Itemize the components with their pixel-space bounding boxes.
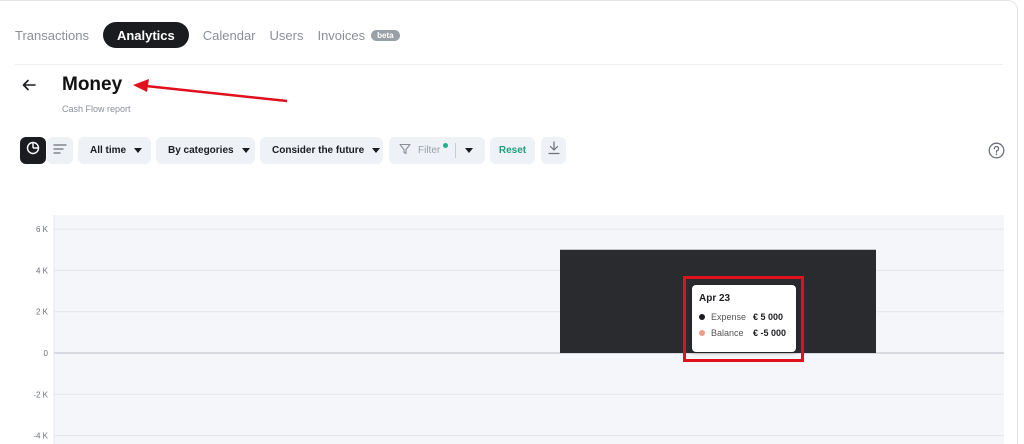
nav-tab-calendar[interactable]: Calendar <box>203 28 256 43</box>
tooltip-row-expense: Expense € 5 000 <box>699 309 789 325</box>
dropdown-label: Consider the future <box>272 145 365 156</box>
list-icon <box>53 142 67 160</box>
beta-badge: beta <box>371 29 400 41</box>
download-button[interactable] <box>541 137 566 164</box>
y-tick-label: -4 K <box>33 432 48 441</box>
y-tick-label: 6 K <box>36 225 49 234</box>
filter-button[interactable]: Filter <box>389 137 485 164</box>
filter-divider <box>455 143 457 158</box>
report-toolbar: All time By categories Consider the futu… <box>20 137 1010 164</box>
chart-tooltip: Apr 23 Expense € 5 000 Balance € -5 000 <box>692 285 796 352</box>
reset-button[interactable]: Reset <box>490 137 535 164</box>
filter-label: Filter <box>418 145 441 156</box>
reset-label: Reset <box>498 145 527 156</box>
top-nav: Transactions Analytics Calendar Users In… <box>15 22 414 48</box>
balance-legend-dot <box>699 330 705 336</box>
help-circle-icon[interactable] <box>988 142 1005 159</box>
filter-indicator-dot <box>443 143 449 148</box>
y-tick-label: 4 K <box>36 266 49 275</box>
y-tick-label: 0 <box>44 349 49 358</box>
tooltip-row-label: Expense <box>711 312 747 322</box>
expense-legend-dot <box>699 314 705 320</box>
y-tick-label: -2 K <box>33 390 48 399</box>
tooltip-row-label: Balance <box>711 328 744 338</box>
pie-chart-icon <box>26 141 40 160</box>
pie-chart-view-button[interactable] <box>20 137 46 164</box>
tooltip-row-value: € -5 000 <box>753 328 787 338</box>
arrow-left-icon[interactable] <box>20 76 38 94</box>
nav-tab-invoices[interactable]: Invoices beta <box>317 27 400 43</box>
future-dropdown[interactable]: Consider the future <box>260 137 383 164</box>
nav-tab-label: Invoices <box>317 27 366 43</box>
tooltip-row-balance: Balance € -5 000 <box>699 325 789 341</box>
y-tick-label: 2 K <box>36 308 49 317</box>
period-dropdown[interactable]: All time <box>78 137 151 164</box>
nav-divider <box>15 64 1003 65</box>
tooltip-row-value: € 5 000 <box>753 312 784 322</box>
cash-flow-chart: 6 K 4 K 2 K 0 -2 K -4 K <box>33 215 1004 444</box>
nav-tab-users[interactable]: Users <box>270 28 304 43</box>
nav-tab-label: Transactions <box>15 27 89 43</box>
dropdown-label: All time <box>90 145 127 156</box>
download-icon <box>547 141 560 160</box>
filter-icon <box>399 143 411 158</box>
dropdown-label: By categories <box>168 145 234 156</box>
page-title: Money <box>62 74 123 95</box>
list-view-button[interactable] <box>47 137 73 164</box>
nav-tab-analytics[interactable]: Analytics <box>102 22 189 48</box>
caret-down-icon[interactable] <box>465 148 474 153</box>
caret-down-icon <box>241 148 250 153</box>
nav-tab-label: Calendar <box>202 27 256 43</box>
caret-down-icon <box>134 148 143 153</box>
nav-tab-label: Analytics <box>116 27 175 43</box>
page-subtitle: Cash Flow report <box>62 104 131 114</box>
nav-tab-transactions[interactable]: Transactions <box>15 28 89 43</box>
caret-down-icon <box>372 148 381 153</box>
nav-tab-label: Users <box>269 27 304 43</box>
tooltip-title: Apr 23 <box>699 293 731 304</box>
grouping-dropdown[interactable]: By categories <box>156 137 255 164</box>
